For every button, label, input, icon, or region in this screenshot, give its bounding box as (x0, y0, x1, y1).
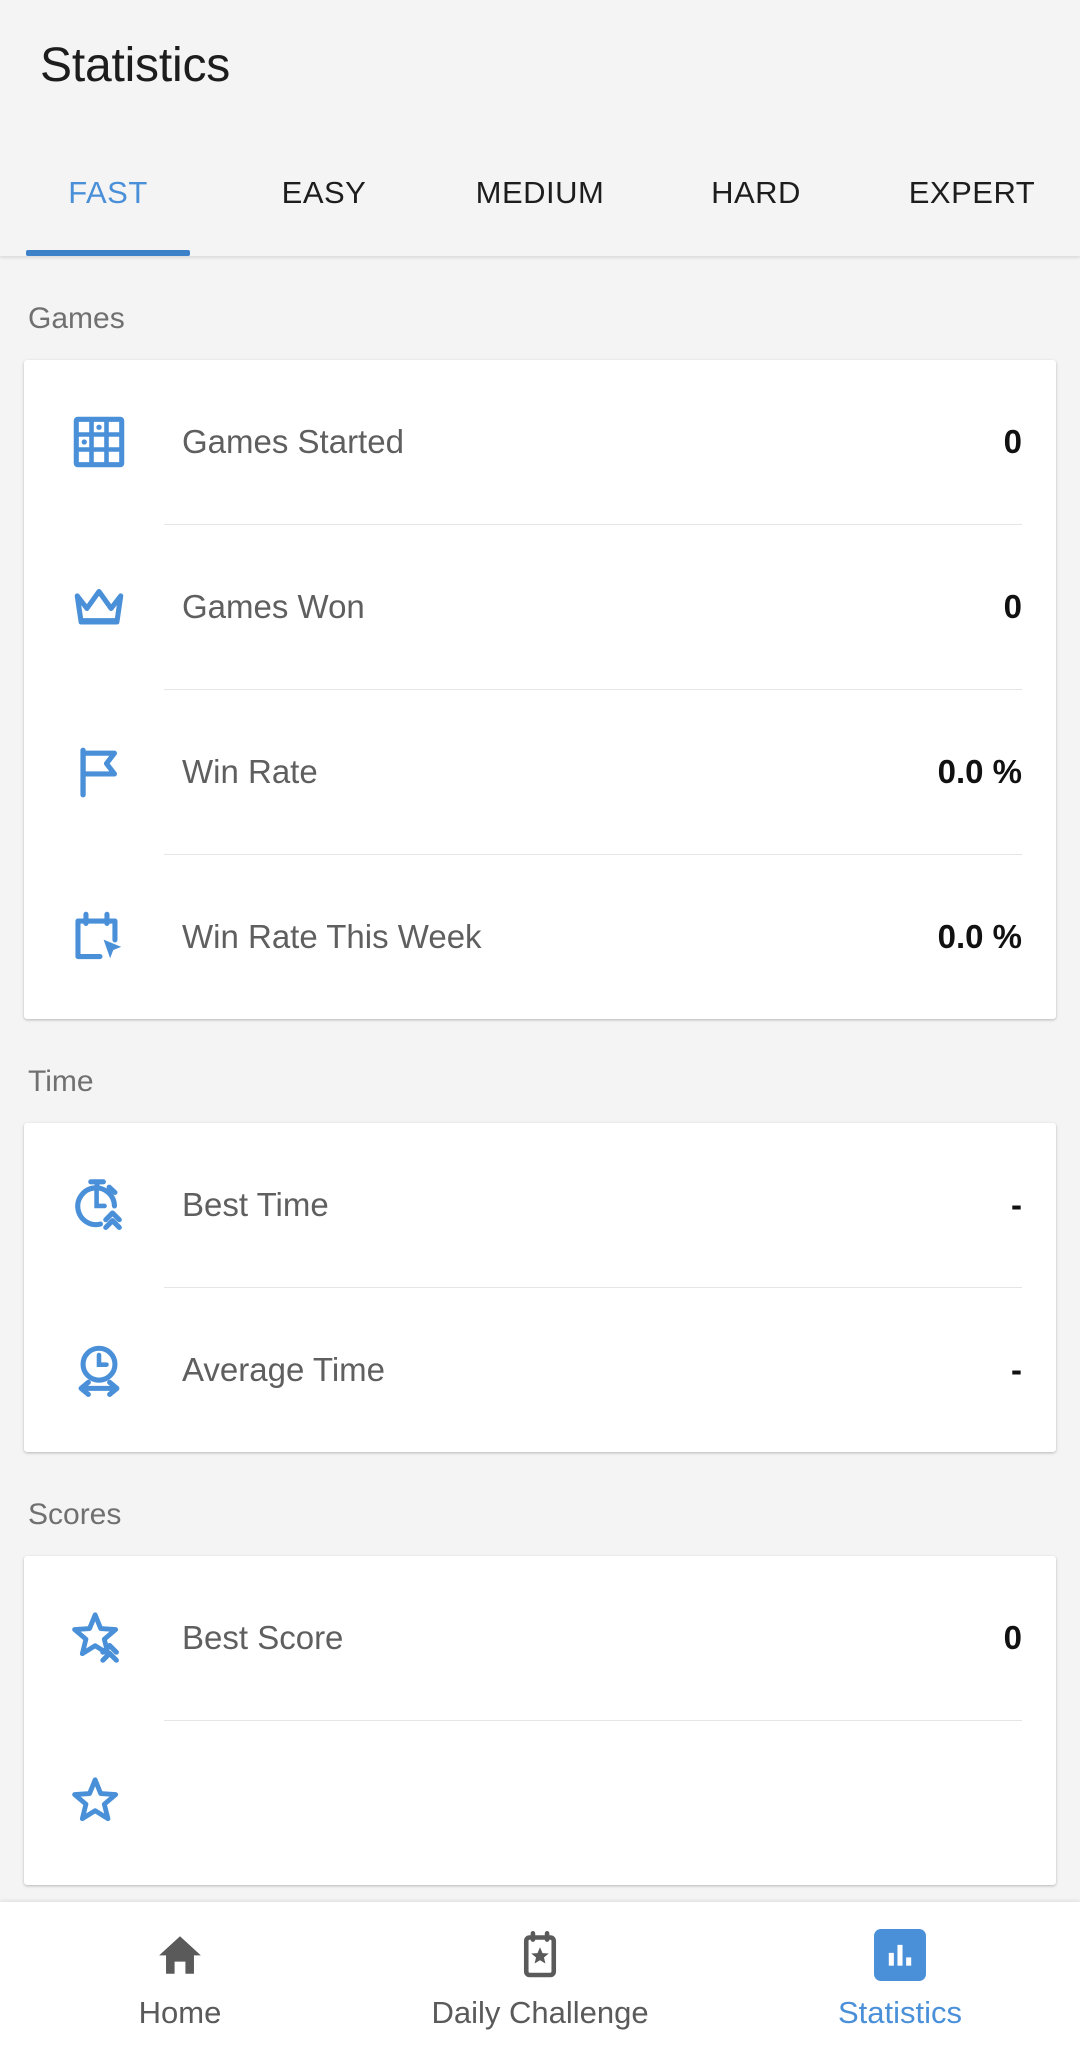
section-header-scores: Scores (28, 1498, 122, 1531)
tab-label: EXPERT (908, 175, 1036, 210)
time-card: Best Time - Average Time - (24, 1123, 1056, 1452)
nav-label: Home (138, 1995, 222, 2030)
sudoku-grid-icon (68, 411, 130, 473)
stat-label: Best Time (182, 1186, 329, 1223)
scores-card: Best Score 0 (24, 1556, 1056, 1885)
tab-hard[interactable]: HARD (648, 130, 864, 256)
stat-label: Average Time (182, 1351, 385, 1388)
stat-row-average-time[interactable]: Average Time - (24, 1288, 1056, 1452)
stat-label: Games Won (182, 588, 365, 625)
nav-label: Statistics (837, 1995, 963, 2030)
stat-value: 0 (1003, 1619, 1022, 1656)
calendar-cursor-icon (68, 906, 130, 968)
stat-label: Win Rate This Week (182, 918, 482, 955)
star-up-icon (68, 1607, 130, 1669)
tab-easy[interactable]: EASY (216, 130, 432, 256)
app-bar: Statistics (0, 0, 1080, 130)
flag-icon (68, 741, 130, 803)
calendar-star-icon (515, 1929, 565, 1981)
stat-row-partial[interactable] (24, 1721, 1056, 1885)
stat-row-games-won[interactable]: Games Won 0 (24, 525, 1056, 689)
stat-row-best-score[interactable]: Best Score 0 (24, 1556, 1056, 1720)
crown-icon (68, 576, 130, 638)
tab-label: EASY (281, 175, 367, 210)
clock-arrows-icon (68, 1339, 130, 1401)
stat-value: 0 (1003, 423, 1022, 460)
tab-label: HARD (711, 175, 801, 210)
stat-row-win-rate[interactable]: Win Rate 0.0 % (24, 690, 1056, 854)
stat-value: 0.0 % (937, 753, 1022, 790)
nav-item-daily-challenge[interactable]: Daily Challenge (360, 1929, 720, 2031)
nav-item-home[interactable]: Home (0, 1929, 360, 2031)
stat-label: Win Rate (182, 753, 318, 790)
difficulty-tab-bar[interactable]: FAST EASY MEDIUM HARD EXPERT (0, 130, 1080, 256)
section-header-games: Games (28, 302, 125, 335)
page-title: Statistics (40, 38, 231, 92)
tab-active-indicator (25, 250, 191, 256)
star-partial-icon (68, 1772, 130, 1834)
tab-fast[interactable]: FAST (0, 130, 216, 256)
stat-value: - (1011, 1351, 1022, 1388)
bottom-navigation-bar[interactable]: Home Daily Challenge Statistics (0, 1902, 1080, 2058)
nav-item-statistics[interactable]: Statistics (720, 1929, 1080, 2031)
nav-label: Daily Challenge (431, 1995, 649, 2030)
games-card: Games Started 0 Games Won 0 Win Rate 0.0… (24, 360, 1056, 1019)
stat-value: - (1011, 1186, 1022, 1223)
stat-row-win-rate-this-week[interactable]: Win Rate This Week 0.0 % (24, 855, 1056, 1019)
tab-label: MEDIUM (475, 175, 605, 210)
stat-row-best-time[interactable]: Best Time - (24, 1123, 1056, 1287)
tab-medium[interactable]: MEDIUM (432, 130, 648, 256)
tab-label: FAST (68, 175, 148, 210)
stats-scroll-area[interactable]: Games Games Started 0 Games Won 0 Win Ra… (0, 256, 1080, 2058)
bar-chart-badge (874, 1929, 926, 1981)
section-header-time: Time (28, 1065, 94, 1098)
home-icon (155, 1929, 205, 1981)
tab-expert[interactable]: EXPERT (864, 130, 1080, 256)
stopwatch-up-icon (68, 1174, 130, 1236)
stat-row-games-started[interactable]: Games Started 0 (24, 360, 1056, 524)
stat-value: 0 (1003, 588, 1022, 625)
bar-chart-icon (874, 1929, 926, 1981)
stat-label: Best Score (182, 1619, 344, 1656)
stat-value: 0.0 % (937, 918, 1022, 955)
stat-label: Games Started (182, 423, 404, 460)
statistics-screen: Statistics FAST EASY MEDIUM HARD EXPERT … (0, 0, 1080, 2058)
